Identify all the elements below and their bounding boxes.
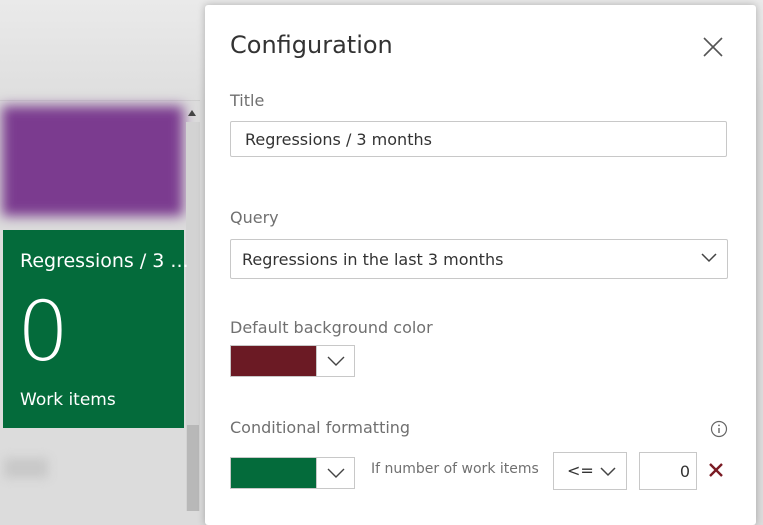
condition-text: If number of work items	[371, 461, 539, 477]
color-dropdown-toggle[interactable]	[316, 458, 354, 488]
chevron-down-icon	[701, 253, 717, 263]
blurred-widget-tile	[2, 106, 183, 216]
scrollbar-thumb[interactable]	[187, 425, 199, 511]
tile-count: 0	[17, 285, 70, 380]
close-button[interactable]	[700, 34, 726, 60]
divider	[0, 100, 200, 101]
query-select-value: Regressions in the last 3 months	[242, 250, 504, 269]
close-icon	[703, 37, 723, 57]
color-dropdown-toggle[interactable]	[316, 346, 354, 376]
operator-value: <=	[567, 461, 594, 480]
operator-select[interactable]: <=	[553, 452, 627, 490]
title-label: Title	[230, 91, 265, 110]
remove-icon	[709, 463, 723, 477]
tile-subtitle: Work items	[20, 390, 116, 410]
color-swatch	[231, 458, 316, 488]
color-swatch	[231, 346, 316, 376]
threshold-input[interactable]	[639, 452, 697, 490]
query-label: Query	[230, 208, 279, 227]
scroll-up-arrow-icon[interactable]	[188, 110, 196, 116]
conditional-formatting-label: Conditional formatting	[230, 418, 411, 437]
chevron-down-icon	[327, 356, 345, 366]
tile-title: Regressions / 3 ...	[20, 250, 189, 272]
default-background-color-label: Default background color	[230, 318, 433, 337]
chevron-down-icon	[600, 467, 616, 477]
default-background-color-picker[interactable]	[230, 345, 355, 377]
chevron-down-icon	[327, 468, 345, 478]
configuration-panel: Configuration Title Query Regressions in…	[205, 5, 756, 525]
panel-title: Configuration	[230, 31, 393, 59]
title-input[interactable]	[230, 121, 727, 157]
conditional-color-picker[interactable]	[230, 457, 355, 489]
query-select[interactable]: Regressions in the last 3 months	[230, 239, 728, 279]
query-tile-widget[interactable]: Regressions / 3 ... 0 Work items	[3, 230, 189, 428]
info-icon[interactable]	[710, 420, 728, 438]
remove-rule-button[interactable]	[705, 459, 727, 481]
blurred-element	[4, 458, 48, 478]
